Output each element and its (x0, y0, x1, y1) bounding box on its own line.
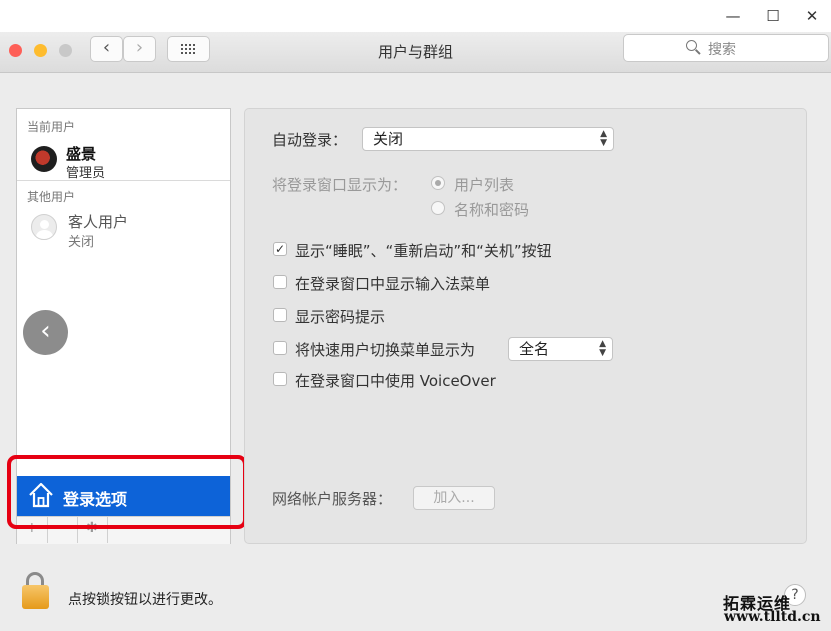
highlight-frame (7, 455, 247, 529)
updown-arrow-icon: ▲ ▼ (599, 339, 606, 358)
fast-user-switch-select[interactable]: 全名 ▲ ▼ (508, 337, 613, 361)
password-hints-label: 显示密码提示 (295, 308, 386, 326)
maximize-button[interactable]: ☐ (758, 4, 788, 28)
other-users-label: 其他用户 (27, 190, 76, 204)
show-power-buttons-label: 显示“睡眠”、“重新启动”和“关机”按钮 (295, 242, 552, 260)
checkbox-voiceover[interactable] (273, 372, 287, 386)
chevron-left-icon: ‹ (40, 316, 51, 346)
auto-login-select[interactable]: 关闭 ▲ ▼ (362, 127, 614, 151)
voiceover-label: 在登录窗口中使用 VoiceOver (295, 372, 496, 390)
radio-name-password-label: 名称和密码 (454, 201, 530, 219)
watermark-url: www.tlltd.cn (724, 609, 821, 625)
lock-instruction-text: 点按锁按钮以进行更改。 (68, 592, 222, 608)
auto-login-value: 关闭 (373, 130, 404, 148)
guest-user-name[interactable]: 客人用户 (68, 211, 128, 232)
login-window-display-label: 将登录窗口显示为： (272, 176, 408, 194)
updown-arrow-icon: ▲ ▼ (600, 129, 607, 148)
join-button[interactable]: 加入... (413, 486, 495, 510)
input-menu-label: 在登录窗口中显示输入法菜单 (295, 275, 491, 293)
close-window-button[interactable]: ✕ (797, 4, 827, 28)
search-placeholder: 搜索 (708, 42, 736, 58)
guest-avatar-icon (31, 214, 57, 240)
lock-icon-body[interactable] (22, 585, 49, 609)
radio-user-list[interactable] (431, 176, 445, 190)
checkbox-input-menu[interactable] (273, 275, 287, 289)
network-account-server-label: 网络帐户服务器： (272, 490, 393, 508)
radio-user-list-label: 用户列表 (454, 176, 515, 194)
list-divider (17, 180, 230, 181)
checkbox-fast-user-switch[interactable] (273, 341, 287, 355)
minimize-button[interactable]: — (718, 4, 748, 28)
guest-user-status: 关闭 (68, 235, 95, 250)
fast-user-switch-value: 全名 (519, 340, 550, 358)
current-users-label: 当前用户 (27, 120, 76, 134)
auto-login-label: 自动登录： (272, 131, 348, 149)
title-bar: ‹ › 用户与群组 搜索 (0, 32, 831, 73)
radio-name-password[interactable] (431, 201, 445, 215)
search-icon (686, 40, 697, 51)
current-user-name[interactable]: 盛景 (66, 143, 96, 164)
checkbox-password-hints[interactable] (273, 308, 287, 322)
outer-window-bar (0, 0, 831, 32)
fast-user-switch-label: 将快速用户切换菜单显示为 (295, 341, 476, 359)
checkbox-show-power-buttons[interactable]: ✓ (273, 242, 287, 256)
current-user-role: 管理员 (66, 166, 106, 181)
user-avatar (31, 146, 57, 172)
overlay-back-button[interactable]: ‹ (23, 310, 68, 355)
